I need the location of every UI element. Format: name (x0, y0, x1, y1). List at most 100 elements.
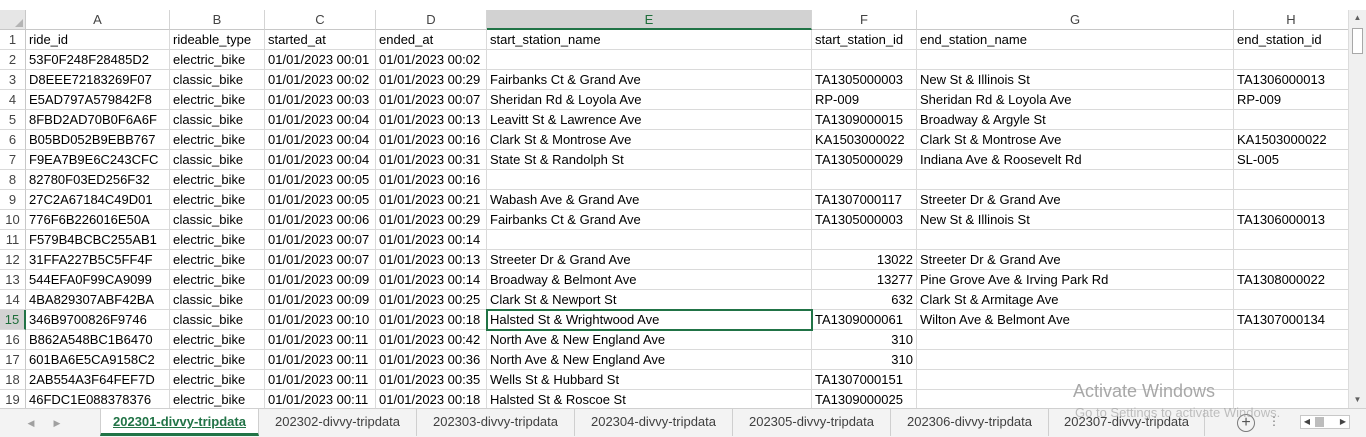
column-header-h[interactable]: H (1234, 10, 1348, 30)
cell-end-station-id[interactable]: TA1306000013 (1234, 70, 1348, 90)
cell-rideable-type[interactable]: electric_bike (170, 170, 265, 190)
header-cell-ride-id[interactable]: ride_id (26, 30, 170, 50)
add-sheet-icon[interactable]: + (1237, 414, 1255, 432)
prev-sheet-icon[interactable]: ◀ (24, 415, 38, 431)
cell-start-station-name[interactable]: Broadway & Belmont Ave (487, 270, 812, 290)
cell-end-station-name[interactable] (917, 350, 1234, 370)
cell-started-at[interactable]: 01/01/2023 00:09 (265, 290, 376, 310)
cell-end-station-name[interactable] (917, 170, 1234, 190)
cell-ride-id[interactable]: F9EA7B9E6C243CFC (26, 150, 170, 170)
cell-started-at[interactable]: 01/01/2023 00:09 (265, 270, 376, 290)
horizontal-scroll-thumb[interactable] (1315, 417, 1324, 427)
cell-ended-at[interactable]: 01/01/2023 00:14 (376, 230, 487, 250)
cell-start-station-name[interactable] (487, 170, 812, 190)
cell-started-at[interactable]: 01/01/2023 00:04 (265, 130, 376, 150)
cell-rideable-type[interactable]: electric_bike (170, 50, 265, 70)
row-header[interactable]: 16 (0, 330, 26, 350)
cell-ride-id[interactable]: 544EFA0F99CA9099 (26, 270, 170, 290)
header-cell-start-station-id[interactable]: start_station_id (812, 30, 917, 50)
scroll-right-icon[interactable]: ▶ (1337, 416, 1349, 428)
cell-rideable-type[interactable]: electric_bike (170, 90, 265, 110)
cell-ride-id[interactable]: 53F0F248F28485D2 (26, 50, 170, 70)
header-cell-rideable-type[interactable]: rideable_type (170, 30, 265, 50)
cell-start-station-id[interactable]: RP-009 (812, 90, 917, 110)
row-header[interactable]: 13 (0, 270, 26, 290)
cell-ended-at[interactable]: 01/01/2023 00:29 (376, 70, 487, 90)
cell-ended-at[interactable]: 01/01/2023 00:07 (376, 90, 487, 110)
row-header[interactable]: 19 (0, 390, 26, 408)
cell-rideable-type[interactable]: classic_bike (170, 150, 265, 170)
row-header[interactable]: 7 (0, 150, 26, 170)
cell-start-station-id[interactable]: TA1307000117 (812, 190, 917, 210)
cell-started-at[interactable]: 01/01/2023 00:05 (265, 170, 376, 190)
cell-end-station-id[interactable]: SL-005 (1234, 150, 1348, 170)
more-tabs-icon[interactable]: ⋮ (1268, 414, 1280, 428)
cell-rideable-type[interactable]: classic_bike (170, 210, 265, 230)
cell-end-station-name[interactable]: New St & Illinois St (917, 210, 1234, 230)
cell-start-station-id[interactable] (812, 230, 917, 250)
cell-start-station-id[interactable]: TA1309000061 (812, 310, 917, 330)
cell-ride-id[interactable]: 601BA6E5CA9158C2 (26, 350, 170, 370)
cell-ended-at[interactable]: 01/01/2023 00:29 (376, 210, 487, 230)
cell-start-station-id[interactable]: TA1305000003 (812, 210, 917, 230)
cell-started-at[interactable]: 01/01/2023 00:06 (265, 210, 376, 230)
cell-start-station-name[interactable]: North Ave & New England Ave (487, 330, 812, 350)
cell-start-station-id[interactable]: TA1305000029 (812, 150, 917, 170)
cell-end-station-name[interactable] (917, 230, 1234, 250)
row-header[interactable]: 6 (0, 130, 26, 150)
cell-rideable-type[interactable]: classic_bike (170, 310, 265, 330)
cell-end-station-id[interactable] (1234, 390, 1348, 408)
cell-rideable-type[interactable]: classic_bike (170, 110, 265, 130)
cell-started-at[interactable]: 01/01/2023 00:04 (265, 150, 376, 170)
column-header-b[interactable]: B (170, 10, 265, 30)
cell-rideable-type[interactable]: electric_bike (170, 130, 265, 150)
column-header-e[interactable]: E (487, 10, 812, 30)
column-header-g[interactable]: G (917, 10, 1234, 30)
cell-ride-id[interactable]: 8FBD2AD70B0F6A6F (26, 110, 170, 130)
cell-end-station-name[interactable]: Indiana Ave & Roosevelt Rd (917, 150, 1234, 170)
cell-start-station-id[interactable]: 13022 (812, 250, 917, 270)
cell-end-station-id[interactable] (1234, 290, 1348, 310)
cell-ride-id[interactable]: B862A548BC1B6470 (26, 330, 170, 350)
header-cell-start-station-name[interactable]: start_station_name (487, 30, 812, 50)
cell-ended-at[interactable]: 01/01/2023 00:36 (376, 350, 487, 370)
cell-end-station-id[interactable] (1234, 110, 1348, 130)
cell-rideable-type[interactable]: electric_bike (170, 270, 265, 290)
cell-started-at[interactable]: 01/01/2023 00:11 (265, 370, 376, 390)
cell-started-at[interactable]: 01/01/2023 00:11 (265, 330, 376, 350)
row-header[interactable]: 4 (0, 90, 26, 110)
cell-start-station-id[interactable]: 310 (812, 330, 917, 350)
cell-start-station-name[interactable]: Wabash Ave & Grand Ave (487, 190, 812, 210)
cell-end-station-name[interactable]: Clark St & Armitage Ave (917, 290, 1234, 310)
row-header[interactable]: 11 (0, 230, 26, 250)
cell-start-station-id[interactable] (812, 50, 917, 70)
cell-start-station-name[interactable]: Sheridan Rd & Loyola Ave (487, 90, 812, 110)
row-header[interactable]: 12 (0, 250, 26, 270)
cell-started-at[interactable]: 01/01/2023 00:07 (265, 230, 376, 250)
sheet-tab-202304[interactable]: 202304-divvy-tripdata (575, 409, 733, 436)
cell-start-station-name[interactable] (487, 230, 812, 250)
cell-end-station-id[interactable] (1234, 370, 1348, 390)
cell-ride-id[interactable]: B05BD052B9EBB767 (26, 130, 170, 150)
row-header[interactable]: 1 (0, 30, 26, 50)
cell-end-station-id[interactable] (1234, 330, 1348, 350)
cell-rideable-type[interactable]: electric_bike (170, 350, 265, 370)
cell-end-station-name[interactable] (917, 50, 1234, 70)
cell-ended-at[interactable]: 01/01/2023 00:25 (376, 290, 487, 310)
cell-start-station-name[interactable] (487, 50, 812, 70)
cell-start-station-id[interactable]: TA1309000025 (812, 390, 917, 408)
select-all-corner[interactable] (0, 10, 26, 30)
cell-end-station-id[interactable] (1234, 230, 1348, 250)
cell-ended-at[interactable]: 01/01/2023 00:18 (376, 390, 487, 408)
cell-end-station-name[interactable]: Wilton Ave & Belmont Ave (917, 310, 1234, 330)
cell-ride-id[interactable]: E5AD797A579842F8 (26, 90, 170, 110)
row-header[interactable]: 3 (0, 70, 26, 90)
cell-started-at[interactable]: 01/01/2023 00:11 (265, 350, 376, 370)
cell-end-station-name[interactable] (917, 370, 1234, 390)
cell-rideable-type[interactable]: electric_bike (170, 330, 265, 350)
horizontal-scrollbar[interactable]: ◀ ▶ (1300, 415, 1350, 429)
scroll-down-icon[interactable]: ▼ (1349, 392, 1366, 408)
cell-start-station-name[interactable]: Streeter Dr & Grand Ave (487, 250, 812, 270)
cell-end-station-name[interactable]: Sheridan Rd & Loyola Ave (917, 90, 1234, 110)
row-header[interactable]: 9 (0, 190, 26, 210)
